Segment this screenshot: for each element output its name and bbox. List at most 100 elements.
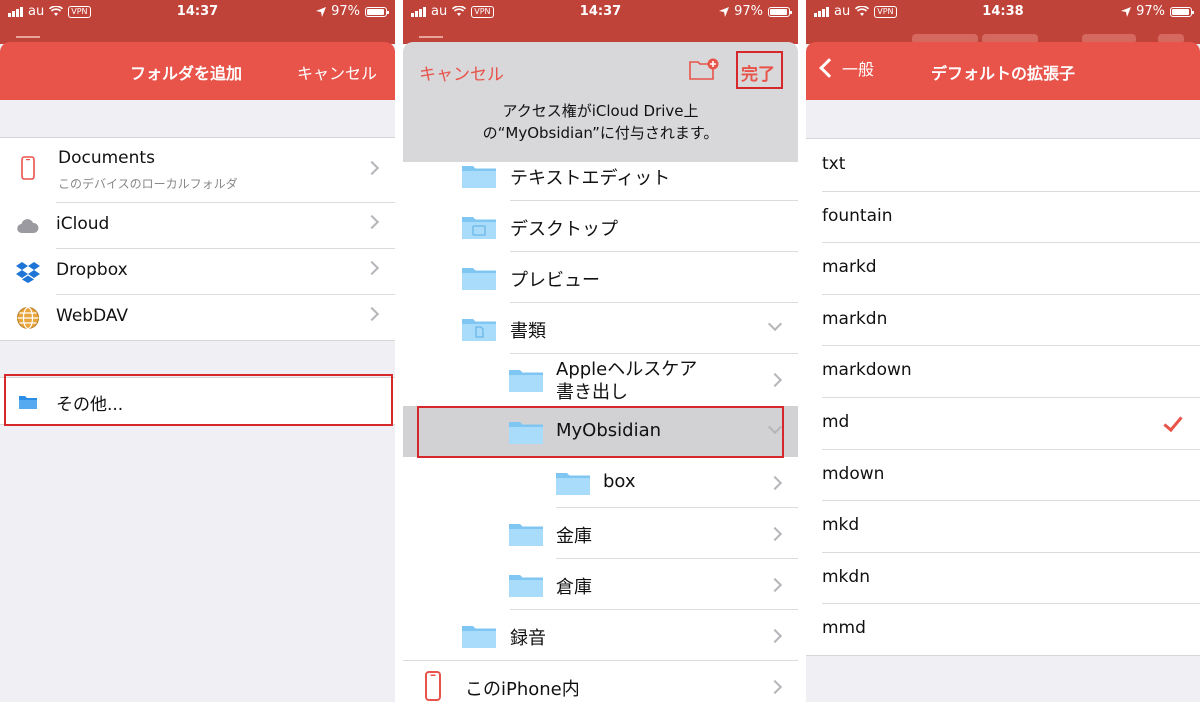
battery-percent: 97%	[331, 4, 360, 19]
source-label: Dropbox	[56, 260, 128, 280]
extension-label: mdown	[822, 463, 885, 484]
folder-icon	[462, 166, 496, 188]
folder-label: box	[603, 471, 636, 492]
chevron-right-icon	[364, 214, 380, 230]
folder-label: プレビュー	[510, 270, 600, 291]
source-item-webdav[interactable]: WebDAV	[0, 294, 395, 340]
extension-item-mmd[interactable]: mmd	[806, 603, 1200, 655]
extension-label: markdown	[822, 360, 912, 381]
folder-icon	[556, 473, 590, 495]
folder-label-line1: Appleヘルスケア	[556, 359, 698, 380]
extension-label: txt	[822, 154, 846, 174]
desktop-folder-icon	[462, 217, 496, 239]
location-icon	[1121, 6, 1132, 17]
folder-label: 書類	[510, 321, 546, 342]
extension-label: mkd	[822, 515, 860, 536]
folder-label: 倉庫	[556, 577, 592, 598]
chevron-right-icon	[767, 526, 783, 542]
sheet-header: フォルダを追加 キャンセル	[0, 42, 395, 100]
access-message-line1: アクセス権がiCloud Drive上	[502, 102, 699, 120]
folder-row-preview[interactable]: プレビュー	[403, 252, 798, 303]
extension-label: markdn	[822, 308, 888, 329]
extension-item-mkdn[interactable]: mkdn	[806, 551, 1200, 604]
folder-label: 金庫	[556, 526, 592, 547]
extension-label: mmd	[822, 618, 866, 639]
battery-icon	[365, 6, 389, 17]
folder-row-textedit[interactable]: テキストエディット	[403, 150, 798, 201]
battery-percent: 97%	[1136, 4, 1165, 19]
highlight-other	[4, 374, 393, 426]
extension-item-mkd[interactable]: mkd	[806, 500, 1200, 552]
extension-item-fountain[interactable]: fountain	[806, 190, 1200, 243]
folder-row-warehouse[interactable]: 倉庫	[403, 559, 798, 610]
folder-picker-panel: au VPN 14:37 97% キャンセル 完了 アクセス権がiCloud D…	[403, 0, 798, 702]
folder-row-health-export[interactable]: Appleヘルスケア 書き出し	[403, 354, 798, 405]
chevron-right-icon	[767, 372, 783, 388]
iphone-icon	[21, 156, 35, 180]
extension-label: mkdn	[822, 566, 870, 587]
extension-list: txt fountain markd markdn markdown md md…	[806, 138, 1200, 656]
source-label: WebDAV	[56, 306, 129, 326]
access-message: アクセス権がiCloud Drive上 の“MyObsidian”に付与されます…	[403, 100, 798, 144]
new-folder-icon[interactable]	[689, 58, 719, 80]
source-item-icloud[interactable]: iCloud	[0, 202, 395, 248]
chevron-down-icon	[767, 316, 783, 332]
folder-label: このiPhone内	[465, 679, 580, 700]
folder-row-documents[interactable]: 書類	[403, 303, 798, 354]
source-item-documents[interactable]: Documents このデバイスのローカルフォルダ	[0, 138, 395, 202]
chevron-right-icon	[364, 160, 380, 176]
folder-icon	[462, 268, 496, 290]
access-message-line2: の“MyObsidian”に付与されます。	[482, 124, 719, 142]
chevron-right-icon	[767, 679, 783, 695]
page-title: デフォルトの拡張子	[930, 64, 1075, 83]
folder-row-box[interactable]: box	[403, 457, 798, 508]
globe-icon	[17, 306, 39, 330]
status-bar: au VPN 14:38 97%	[806, 0, 1200, 22]
extension-item-markdn[interactable]: markdn	[806, 293, 1200, 346]
divider	[395, 0, 403, 702]
extension-item-md[interactable]: md	[806, 396, 1200, 449]
chevron-right-icon	[767, 475, 783, 491]
extension-item-markd[interactable]: markd	[806, 242, 1200, 294]
folder-row-recordings[interactable]: 録音	[403, 610, 798, 661]
folder-label: テキストエディット	[510, 168, 671, 189]
source-list: Documents このデバイスのローカルフォルダ iCloud Dropbox…	[0, 137, 395, 341]
folder-row-desktop[interactable]: デスクトップ	[403, 201, 798, 252]
battery-percent: 97%	[734, 4, 763, 19]
divider	[798, 0, 806, 702]
folder-row-safe[interactable]: 金庫	[403, 508, 798, 559]
extension-label: markd	[822, 257, 877, 278]
folder-icon	[462, 626, 496, 648]
status-bar: au VPN 14:37 97%	[0, 0, 395, 22]
folder-row-on-iphone[interactable]: このiPhone内	[403, 661, 798, 702]
battery-icon	[768, 6, 792, 17]
checkmark-icon	[1163, 411, 1183, 433]
add-folder-panel: au VPN 14:37 97% フォルダを追加 キャンセル Documents…	[0, 0, 395, 702]
battery-icon	[1170, 6, 1194, 17]
source-label: Documents	[58, 148, 155, 168]
status-bar: au VPN 14:37 97%	[403, 0, 798, 22]
folder-label: Appleヘルスケア 書き出し	[556, 358, 697, 404]
location-icon	[719, 6, 730, 17]
folder-icon	[509, 524, 543, 546]
picker-cancel-button[interactable]: キャンセル	[419, 60, 504, 85]
highlight-myobsidian	[417, 406, 784, 458]
source-item-dropbox[interactable]: Dropbox	[0, 248, 395, 294]
chevron-right-icon	[767, 577, 783, 593]
chevron-right-icon	[767, 628, 783, 644]
extension-item-txt[interactable]: txt	[806, 139, 1200, 191]
extension-item-markdown[interactable]: markdown	[806, 345, 1200, 397]
cancel-button[interactable]: キャンセル	[297, 60, 377, 84]
dropbox-icon	[16, 262, 40, 283]
chevron-right-icon	[364, 260, 380, 276]
extension-label: md	[822, 411, 850, 432]
folder-label: 録音	[510, 628, 546, 649]
folder-icon	[509, 370, 543, 392]
extension-item-mdown[interactable]: mdown	[806, 448, 1200, 501]
default-extension-panel: au VPN 14:38 97% 一般 デフォルトの拡張子 txt founta…	[806, 0, 1200, 702]
iphone-icon	[425, 671, 441, 701]
location-icon	[316, 6, 327, 17]
extension-label: fountain	[822, 205, 893, 226]
highlight-done	[736, 51, 783, 89]
folder-label-line2: 書き出し	[556, 382, 628, 403]
